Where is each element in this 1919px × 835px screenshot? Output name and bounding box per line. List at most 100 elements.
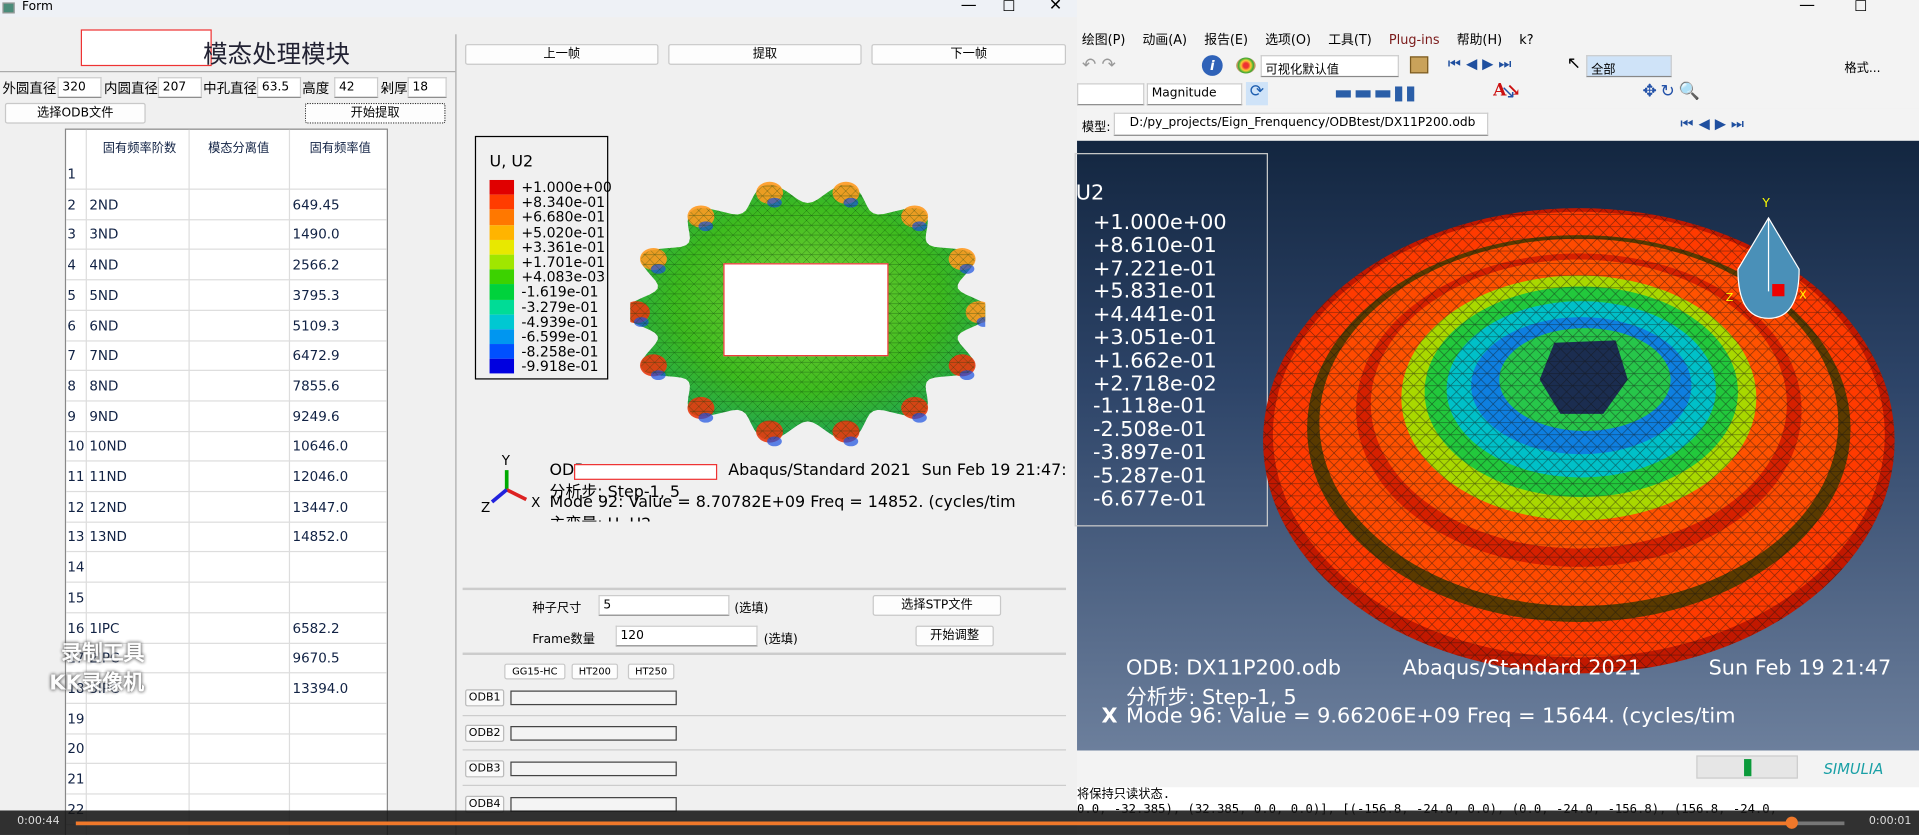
legend-swatch <box>489 344 515 360</box>
seed-size-input[interactable]: 5 <box>598 595 730 616</box>
table-row[interactable]: 21 <box>66 764 387 795</box>
svg-text:X: X <box>531 496 540 511</box>
table-row[interactable]: 3 3ND 1490.0 <box>66 220 387 251</box>
start-extract-button[interactable]: 开始提取 <box>304 102 446 124</box>
table-row[interactable]: 7 7ND 6472.9 <box>66 341 387 372</box>
menu-item[interactable]: 动画(A) <box>1143 33 1188 48</box>
render-style-icon[interactable] <box>1409 56 1429 74</box>
menu-item[interactable]: 选项(O) <box>1265 33 1311 48</box>
undo-icon[interactable]: ↶ <box>1082 55 1096 75</box>
style-label[interactable]: 格式... <box>1844 58 1880 75</box>
frequency-cell: 6472.9 <box>292 347 340 364</box>
menu-item[interactable]: k? <box>1519 33 1533 48</box>
table-row[interactable]: 10 10ND 10646.0 <box>66 431 387 462</box>
odb1-button[interactable]: ODB1 <box>465 689 505 707</box>
legend-swatch <box>489 329 515 345</box>
order-cell: 11ND <box>89 468 127 485</box>
legend-entry: +3.361e-01 <box>489 239 612 256</box>
hole-diameter-input[interactable]: 63.5 <box>257 77 302 98</box>
frame-count-input[interactable]: 120 <box>615 625 758 647</box>
table-row[interactable]: 9 9ND 9249.6 <box>66 401 387 432</box>
model-path-select[interactable]: D:/py_projects/Eign_Frenquency/ODBtest/D… <box>1113 112 1489 136</box>
legend-entry: +1.000e+00 <box>489 179 612 196</box>
legend-swatch <box>489 299 515 315</box>
table-row[interactable]: 14 <box>66 552 387 583</box>
viewport-layout-icons[interactable]: ▬▬▬▮▮ <box>1334 81 1417 104</box>
table-row[interactable]: 1 <box>66 159 387 190</box>
field-output-select[interactable] <box>1077 83 1145 106</box>
table-row[interactable]: 4 4ND 2566.2 <box>66 250 387 281</box>
menu-item[interactable]: 帮助(H) <box>1457 33 1502 48</box>
palette-icon[interactable] <box>1236 57 1256 74</box>
maximize-button[interactable]: ☐ <box>1002 0 1015 15</box>
close-button[interactable]: ✕ <box>1049 0 1062 15</box>
material-button-ht250[interactable]: HT250 <box>627 663 675 680</box>
divider <box>0 71 456 73</box>
table-row[interactable]: 2 2ND 649.45 <box>66 189 387 220</box>
legend-entry: +8.340e-01 <box>489 194 612 211</box>
menu-item[interactable]: 工具(T) <box>1328 33 1372 48</box>
prev-frame-button[interactable]: 上一帧 <box>465 44 659 65</box>
inner-diameter-input[interactable]: 207 <box>157 77 202 98</box>
frequency-cell: 12046.0 <box>292 468 349 485</box>
select-odb-button[interactable]: 选择ODB文件 <box>4 102 146 124</box>
material-button-ht200[interactable]: HT200 <box>571 663 619 680</box>
outer-diameter-input[interactable]: 320 <box>57 77 102 98</box>
row-number: 2 <box>67 196 76 213</box>
material-button-gg15-hc[interactable]: GG15-HC <box>504 663 566 680</box>
column-header[interactable]: 固有频率值 <box>310 137 371 155</box>
table-row[interactable]: 11 11ND 12046.0 <box>66 462 387 493</box>
seek-track[interactable] <box>75 816 1845 829</box>
seek-handle[interactable] <box>1785 816 1798 829</box>
menu-item[interactable]: Plug-ins <box>1389 33 1440 48</box>
select-arrow-icon[interactable]: ↖ <box>1567 54 1581 74</box>
odb2-button[interactable]: ODB2 <box>465 724 505 742</box>
mode-label: Mode 96: Value = 9.66206E+09 Freq = 1564… <box>1125 703 1736 729</box>
svg-text:Y: Y <box>501 454 511 469</box>
frequency-cell: 1490.0 <box>292 226 340 243</box>
thickness-input[interactable]: 18 <box>407 77 447 98</box>
next-frame-button[interactable]: 下一帧 <box>871 44 1067 65</box>
arrow-annotation-icon[interactable]: ↘ <box>1501 81 1516 103</box>
odb2-progress-bar <box>510 726 677 741</box>
selection-scope-select[interactable]: 全部 <box>1586 55 1672 78</box>
odb1-progress-bar <box>510 690 677 706</box>
odb3-button[interactable]: ODB3 <box>465 760 505 778</box>
table-row[interactable]: 13 13ND 14852.0 <box>66 522 387 553</box>
toolbar-row-2: Magnitude ⟳ ▬▬▬▮▮ A↘ ↘ ✥↻🔍 <box>1077 81 1919 108</box>
table-row[interactable]: 20 <box>66 734 387 765</box>
start-adjust-button[interactable]: 开始调整 <box>915 625 994 647</box>
solver-label: Abaqus/Standard 2021 <box>728 461 911 480</box>
viewport[interactable]: U2 +1.000e+00 +8.610e-01 +7.221e-01 +5.831e… <box>1074 140 1919 751</box>
table-row[interactable]: 15 <box>66 583 387 614</box>
table-row[interactable]: 6 6ND 5109.3 <box>66 310 387 341</box>
table-row[interactable]: 5 5ND 3795.3 <box>66 280 387 311</box>
param-label: 剁厚 <box>380 80 408 97</box>
param-label: 高度 <box>302 80 330 97</box>
legend-entry: -9.918e-01 <box>489 358 612 375</box>
minimize-button[interactable]: — <box>961 0 977 15</box>
column-header[interactable]: 模态分离值 <box>208 137 269 155</box>
menu-item[interactable]: 绘图(P) <box>1082 33 1125 48</box>
maximize-button[interactable]: ☐ <box>1854 0 1867 15</box>
refresh-icon[interactable]: ⟳ <box>1245 82 1268 106</box>
legend-value: +8.610e-01 <box>1092 233 1217 259</box>
info-icon[interactable]: i <box>1201 55 1223 76</box>
frame-controls[interactable]: ⏮◀▶⏭ <box>1680 115 1749 133</box>
select-stp-button[interactable]: 选择STP文件 <box>872 595 1002 616</box>
seek-progress <box>75 821 1792 826</box>
height-input[interactable]: 42 <box>334 77 379 98</box>
visualization-defaults-select[interactable]: 可视化默认值 <box>1260 55 1399 78</box>
frequency-table[interactable]: 固有频率阶数 模态分离值 固有频率值 1 2 2ND 649.45 3 3ND 1490.0… <box>64 128 388 835</box>
minimize-button[interactable]: — <box>1799 0 1815 15</box>
extract-button[interactable]: 提取 <box>668 44 862 65</box>
pan-zoom-icons[interactable]: ✥↻🔍 <box>1642 82 1703 102</box>
table-row[interactable]: 19 <box>66 703 387 735</box>
column-header[interactable]: 固有频率阶数 <box>103 137 176 155</box>
table-row[interactable]: 8 8ND 7855.6 <box>66 371 387 402</box>
table-row[interactable]: 12 12ND 13447.0 <box>66 492 387 523</box>
menu-item[interactable]: 报告(E) <box>1204 33 1248 48</box>
magnitude-select[interactable]: Magnitude <box>1146 83 1243 106</box>
playback-controls[interactable]: ⏮◀▶⏭ <box>1448 55 1517 73</box>
redo-icon[interactable]: ↷ <box>1102 55 1116 75</box>
